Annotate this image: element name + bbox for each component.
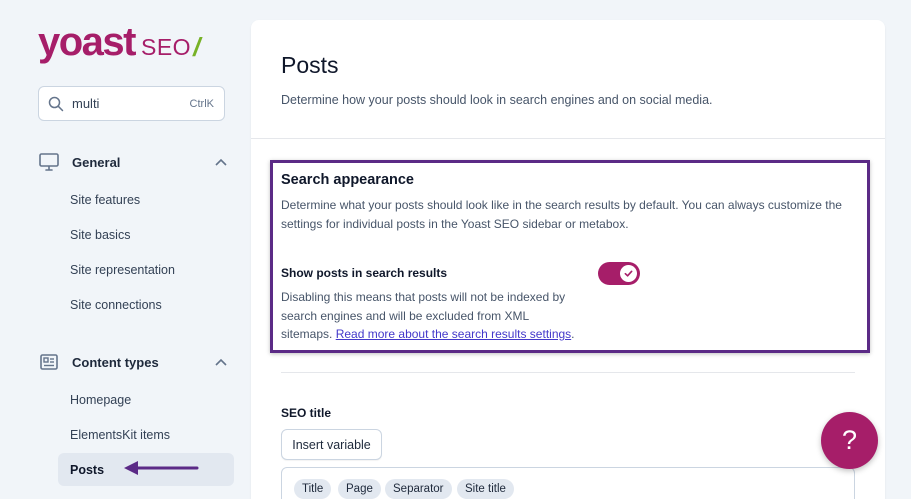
sidebar-item-site-connections[interactable]: Site connections: [58, 288, 234, 321]
nav-section-content-types: Content types: [38, 350, 233, 374]
content-types-icon: [40, 354, 58, 370]
sidebar-item-site-representation[interactable]: Site representation: [58, 253, 234, 286]
yoast-logo[interactable]: yoast SEO /: [38, 18, 200, 62]
check-icon: [624, 270, 633, 277]
seo-title-input[interactable]: Title Page Separator Site title: [281, 467, 855, 499]
sidebar-item-elementskit-items[interactable]: ElementsKit items: [58, 418, 234, 451]
logo-slash: /: [193, 32, 201, 62]
sidebar-item-site-basics[interactable]: Site basics: [58, 218, 234, 251]
divider: [281, 372, 855, 373]
show-posts-description: Disabling this means that posts will not…: [281, 288, 581, 344]
logo-seo: SEO: [141, 34, 192, 60]
page-title: Posts: [281, 52, 339, 78]
logo-word: yoast: [38, 20, 137, 64]
annotation-arrow-icon: [124, 461, 199, 475]
main-card: Posts Determine how your posts should lo…: [251, 20, 885, 499]
seo-title-label: SEO title: [281, 406, 332, 420]
page-description: Determine how your posts should look in …: [281, 93, 713, 107]
nav-header-content-types[interactable]: Content types: [38, 350, 233, 374]
show-posts-toggle[interactable]: [598, 262, 640, 285]
sidebar-item-site-features[interactable]: Site features: [58, 183, 234, 216]
variable-tag-title[interactable]: Title: [294, 479, 332, 499]
search-input[interactable]: [72, 96, 172, 111]
chevron-up-icon[interactable]: [215, 158, 227, 166]
nav-title-general: General: [72, 154, 121, 170]
sidebar: yoast SEO / CtrlK General Site features …: [0, 0, 250, 499]
search-results-settings-link[interactable]: Read more about the search results setti…: [336, 327, 571, 341]
insert-variable-button[interactable]: Insert variable: [281, 429, 382, 460]
show-posts-label: Show posts in search results: [281, 266, 448, 280]
help-button[interactable]: ?: [821, 412, 878, 469]
nav-header-general[interactable]: General: [38, 150, 233, 174]
nav-section-general: General: [38, 150, 233, 174]
toggle-knob: [620, 265, 637, 282]
search-icon: [48, 96, 64, 111]
desktop-icon: [39, 153, 59, 171]
search-box[interactable]: CtrlK: [38, 86, 225, 121]
variable-tag-site-title[interactable]: Site title: [457, 479, 514, 499]
variable-tag-page[interactable]: Page: [338, 479, 381, 499]
variable-tag-separator[interactable]: Separator: [385, 479, 452, 499]
chevron-up-icon[interactable]: [215, 358, 227, 366]
sidebar-item-homepage[interactable]: Homepage: [58, 383, 234, 416]
search-shortcut: CtrlK: [189, 97, 214, 110]
link-suffix: .: [571, 327, 575, 341]
search-appearance-title: Search appearance: [281, 172, 414, 188]
search-appearance-description: Determine what your posts should look li…: [281, 198, 842, 231]
divider: [251, 138, 885, 139]
nav-title-content-types: Content types: [72, 354, 159, 370]
